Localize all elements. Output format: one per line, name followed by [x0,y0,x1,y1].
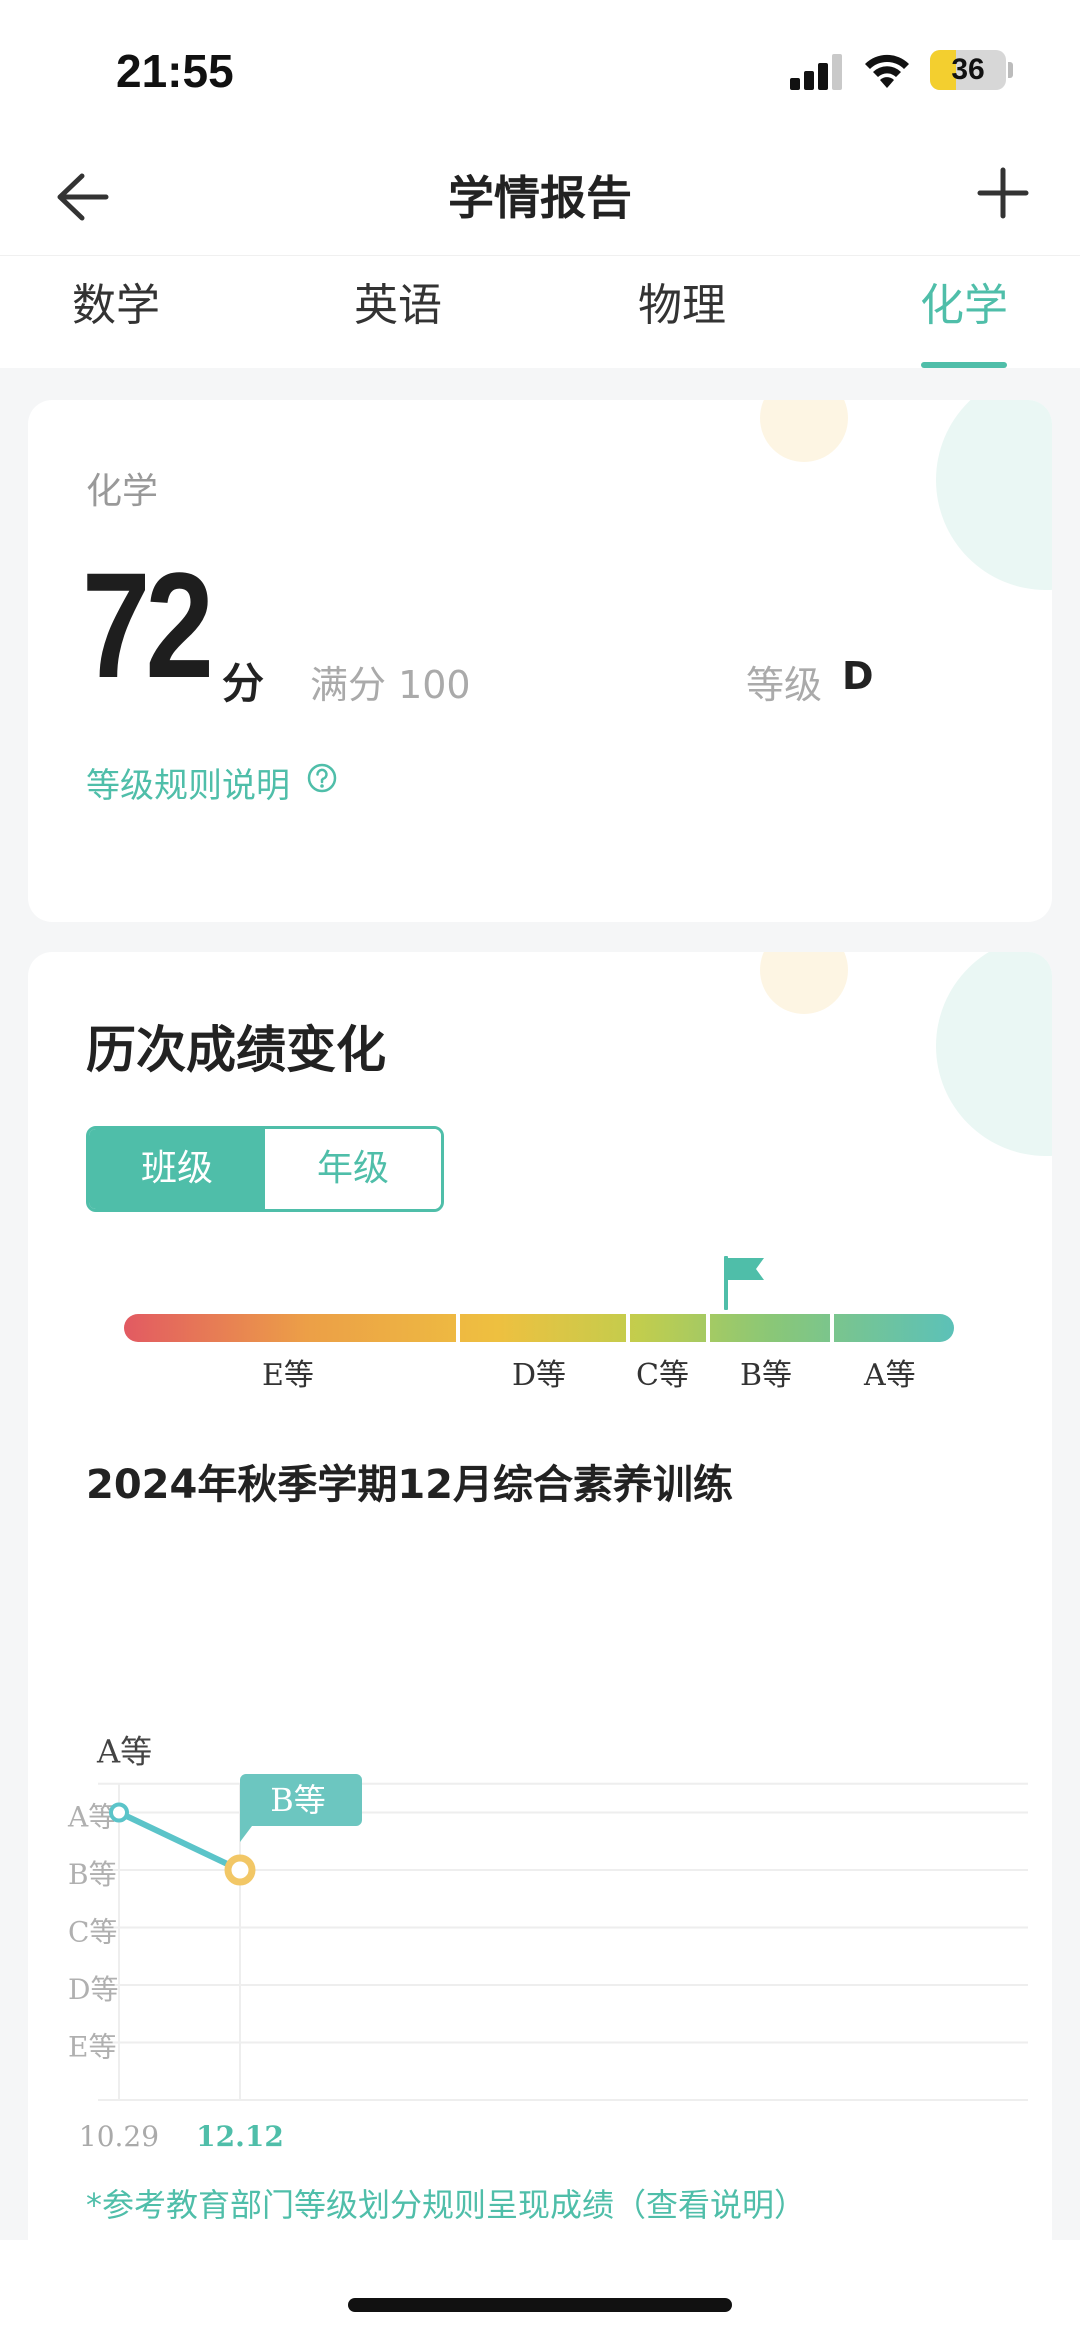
grade-label: 等级 [746,663,823,707]
grade-rule-note[interactable]: *参考教育部门等级划分规则呈现成绩（查看说明） [86,2180,806,2226]
home-indicator[interactable] [348,2298,732,2312]
status-time: 21:55 [116,45,234,97]
battery-tip [1008,62,1013,78]
toggle-grade-button[interactable]: 年级 [265,1129,441,1209]
term-title: 2024年秋季学期12月综合素养训练 [86,1462,733,1508]
decorative-circle [936,400,1052,590]
full-score: 满分 100 [310,663,471,707]
grade-scale-divider [706,1314,710,1342]
tab-chemistry[interactable]: 化学 [894,256,1034,368]
score-card: 化学 72 分 满分 100 等级 D 等级规则说明 [28,400,1052,922]
grade-scale-label-b: B等 [740,1358,793,1393]
tab-physics[interactable]: 物理 [612,256,752,368]
grade-rule-link[interactable]: 等级规则说明 [86,758,290,807]
subject-tabs: 数学 英语 物理 化学 [0,256,1080,368]
data-point [224,1854,256,1886]
wifi-icon [865,54,909,88]
help-circle-icon[interactable] [306,762,338,794]
active-tab-indicator [921,362,1007,368]
tab-label: 化学 [920,280,1008,331]
y-tick-label: E等 [68,2031,116,2064]
cellular-signal-icon [790,54,846,90]
y-tick-label: D等 [68,1973,118,2006]
data-point [109,1802,129,1823]
y-tick-label: C等 [68,1916,117,1949]
y-tick-label: B等 [68,1858,117,1891]
add-icon[interactable] [970,160,1036,226]
data-label: B等 [270,1781,326,1819]
tab-label: 数学 [72,280,160,331]
status-bar: 21:55 36 [0,0,1080,140]
grade-trend-chart: E等 D等 C等 B等 A等 10.29 12.12 A等 B等 [67,1733,1028,2153]
grade-scale-label-e: E等 [262,1358,314,1393]
grade-scale-label-c: C等 [636,1358,689,1393]
score-value: 72 [82,541,214,709]
series-line [116,1809,243,1873]
data-label: A等 [96,1733,152,1771]
toggle-class-button[interactable]: 班级 [89,1129,265,1209]
score-unit: 分 [222,659,265,708]
tab-label: 物理 [638,280,726,331]
tab-english[interactable]: 英语 [328,256,468,368]
decorative-circle [760,952,848,1014]
flag-icon [724,1256,764,1310]
grade-scale-label-a: A等 [864,1358,916,1393]
scope-toggle: 班级 年级 [86,1126,444,1212]
subject-name: 化学 [86,471,159,512]
history-title: 历次成绩变化 [86,1021,386,1079]
x-tick-label: 10.29 [79,2120,159,2153]
tab-label: 英语 [354,280,442,331]
grade-scale-divider [830,1314,834,1342]
decorative-circle [936,952,1052,1156]
decorative-circle [760,400,848,462]
grade-scale-divider [626,1314,630,1342]
grade-value: D [842,654,874,698]
home-bar [0,2240,1080,2337]
grade-scale-divider [456,1314,460,1342]
battery-level: 36 [951,53,985,86]
tab-math[interactable]: 数学 [46,256,186,368]
page-title: 学情报告 [448,171,632,225]
y-tick-label: A等 [67,1801,116,1834]
x-tick-label: 12.12 [196,2120,284,2153]
history-card: 历次成绩变化 班级 年级 E等 D等 C等 B等 A等 2024年秋季学期12月… [28,952,1052,2337]
battery-icon: 36 [930,50,1006,90]
nav-bar: 学情报告 [0,140,1080,256]
grade-scale-label-d: D等 [512,1358,567,1393]
